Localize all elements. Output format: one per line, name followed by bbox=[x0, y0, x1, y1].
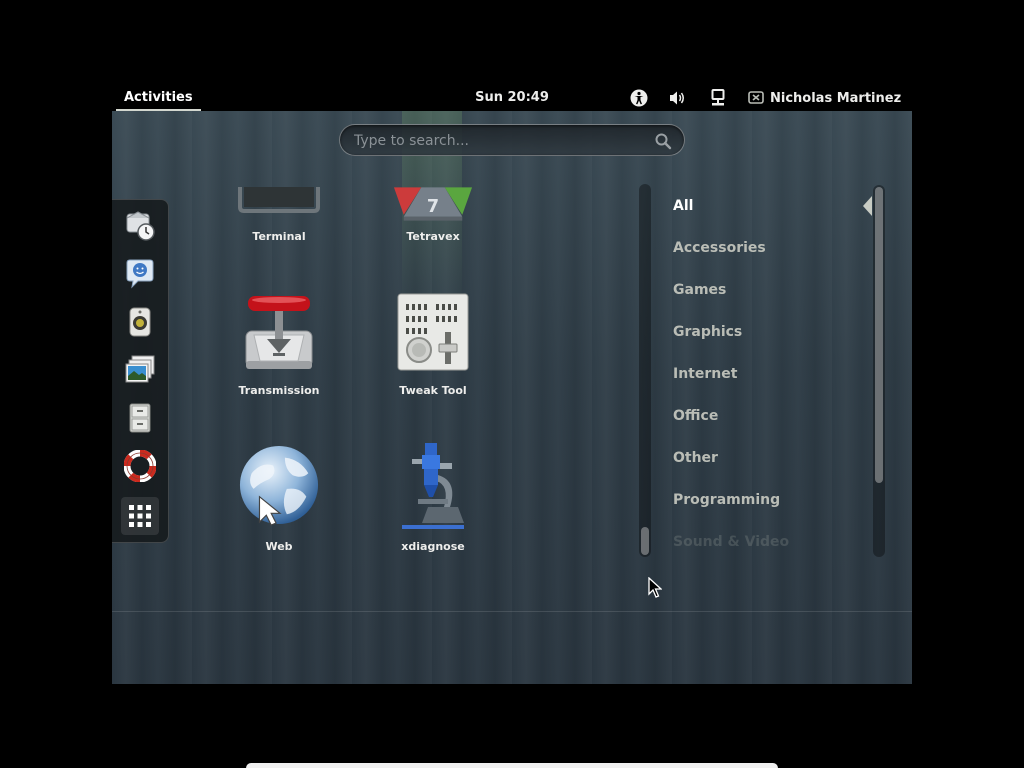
workspace-divider bbox=[112, 611, 912, 612]
app-label: Transmission bbox=[238, 384, 320, 397]
app-label: Tetravex bbox=[406, 230, 460, 243]
dash-item-shotwell[interactable] bbox=[121, 351, 159, 389]
accessibility-icon bbox=[630, 89, 648, 107]
terminal-icon bbox=[238, 187, 320, 213]
window-edge bbox=[246, 763, 778, 768]
dash-item-help[interactable] bbox=[121, 447, 159, 485]
app-tetravex[interactable]: 7 Tetravex bbox=[368, 141, 498, 261]
chat-bubble-icon bbox=[126, 259, 154, 289]
app-grid-scrollbar[interactable] bbox=[639, 184, 651, 557]
app-label: xdiagnose bbox=[401, 540, 465, 553]
network-wired-icon bbox=[711, 89, 725, 106]
globe-icon bbox=[238, 444, 320, 526]
show-applications-button[interactable] bbox=[121, 497, 159, 535]
dash-item-files[interactable] bbox=[121, 399, 159, 437]
category-item[interactable]: Internet bbox=[673, 359, 737, 389]
search-icon bbox=[655, 133, 672, 150]
category-scrollbar[interactable] bbox=[873, 185, 885, 557]
active-category-indicator bbox=[863, 196, 872, 216]
tweak-tool-icon bbox=[392, 291, 474, 373]
category-scroll-thumb[interactable] bbox=[875, 187, 883, 483]
overview: Terminal 7 Tetravex bbox=[112, 111, 912, 684]
clock-disk-icon bbox=[126, 211, 155, 241]
app-label: Web bbox=[265, 540, 293, 553]
app-grid-icon bbox=[129, 505, 151, 527]
dash-item-chat[interactable] bbox=[121, 255, 159, 293]
network-menu-button[interactable] bbox=[706, 86, 730, 110]
category-item[interactable]: Accessories bbox=[673, 233, 766, 263]
user-name: Nicholas Martinez bbox=[770, 90, 902, 106]
category-item[interactable]: Graphics bbox=[673, 317, 742, 347]
category-item[interactable]: Programming bbox=[673, 485, 780, 515]
app-web[interactable]: Web bbox=[214, 444, 344, 564]
category-item[interactable]: Office bbox=[673, 401, 718, 431]
user-menu-button[interactable]: Nicholas Martinez bbox=[748, 86, 901, 110]
dash-item-backup[interactable] bbox=[121, 207, 159, 245]
app-transmission[interactable]: Transmission bbox=[214, 291, 344, 411]
photos-icon bbox=[125, 355, 155, 383]
mouse-pointer-icon bbox=[648, 577, 662, 598]
category-item[interactable]: All bbox=[673, 191, 693, 221]
file-cabinet-icon bbox=[129, 403, 151, 433]
clock-menu[interactable]: Sun 20:49 bbox=[463, 86, 561, 110]
dash-item-rhythmbox[interactable] bbox=[121, 303, 159, 341]
category-item[interactable]: Games bbox=[673, 275, 726, 305]
app-label: Tweak Tool bbox=[399, 384, 467, 397]
tetravex-digit: 7 bbox=[427, 197, 439, 217]
app-grid-scroll-thumb[interactable] bbox=[641, 527, 649, 555]
category-item[interactable]: Other bbox=[673, 443, 718, 473]
microscope-icon bbox=[392, 443, 474, 529]
top-bar: Activities Sun 20:49 Nicholas Martinez bbox=[0, 0, 1024, 111]
category-item[interactable]: Sound & Video bbox=[673, 527, 789, 557]
speaker-icon bbox=[129, 307, 151, 337]
tetravex-icon: 7 bbox=[392, 187, 474, 221]
app-terminal[interactable]: Terminal bbox=[214, 141, 344, 261]
user-status-icon bbox=[748, 91, 764, 104]
app-tweak-tool[interactable]: Tweak Tool bbox=[368, 291, 498, 411]
activities-button[interactable]: Activities bbox=[116, 86, 201, 111]
accessibility-menu-button[interactable] bbox=[627, 86, 651, 110]
app-label: Terminal bbox=[252, 230, 306, 243]
volume-menu-button[interactable] bbox=[666, 86, 690, 110]
dash bbox=[112, 199, 169, 543]
category-list: All Accessories Games Graphics Internet Offic… bbox=[673, 185, 893, 555]
volume-icon bbox=[670, 91, 684, 105]
lifebuoy-icon bbox=[124, 450, 156, 482]
app-xdiagnose[interactable]: xdiagnose bbox=[368, 443, 498, 564]
transmission-icon bbox=[238, 291, 320, 373]
